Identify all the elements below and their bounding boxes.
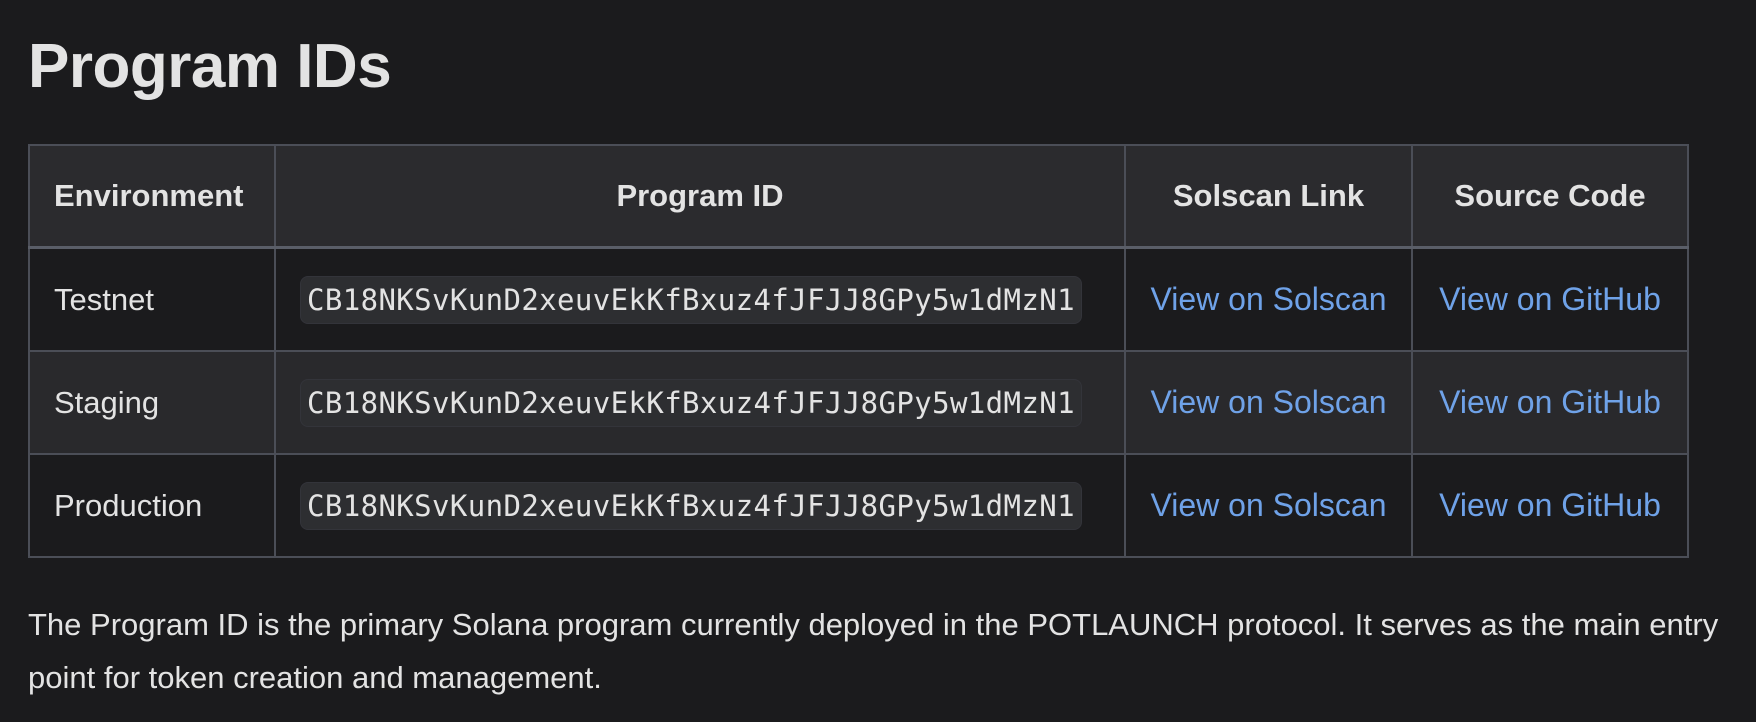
solscan-link[interactable]: View on Solscan [1151,384,1387,420]
program-id-code: CB18NKSvKunD2xeuvEkKfBxuz4fJFJJ8GPy5w1dM… [300,378,1082,427]
program-id-cell: CB18NKSvKunD2xeuvEkKfBxuz4fJFJJ8GPy5w1dM… [274,246,1126,352]
table-row: Production CB18NKSvKunD2xeuvEkKfBxuz4fJF… [28,453,1689,558]
solscan-cell: View on Solscan [1124,246,1413,352]
table-row: Staging CB18NKSvKunD2xeuvEkKfBxuz4fJFJJ8… [28,350,1689,455]
source-code-cell: View on GitHub [1411,453,1689,558]
program-id-cell: CB18NKSvKunD2xeuvEkKfBxuz4fJFJJ8GPy5w1dM… [274,453,1126,558]
solscan-cell: View on Solscan [1124,350,1413,455]
github-link[interactable]: View on GitHub [1439,487,1661,523]
column-header-solscan-link: Solscan Link [1124,144,1413,249]
solscan-link[interactable]: View on Solscan [1151,281,1387,317]
program-id-code: CB18NKSvKunD2xeuvEkKfBxuz4fJFJJ8GPy5w1dM… [300,275,1082,324]
column-header-program-id: Program ID [274,144,1126,249]
column-header-source-code: Source Code [1411,144,1689,249]
environment-cell: Testnet [28,246,276,352]
solscan-link[interactable]: View on Solscan [1151,487,1387,523]
table-header-row: Environment Program ID Solscan Link Sour… [28,144,1689,249]
page-title: Program IDs [28,32,392,101]
program-ids-table: Environment Program ID Solscan Link Sour… [28,144,1689,558]
github-link[interactable]: View on GitHub [1439,281,1661,317]
github-link[interactable]: View on GitHub [1439,384,1661,420]
table-row: Testnet CB18NKSvKunD2xeuvEkKfBxuz4fJFJJ8… [28,246,1689,352]
description-paragraph: The Program ID is the primary Solana pro… [28,607,1719,695]
program-id-code: CB18NKSvKunD2xeuvEkKfBxuz4fJFJJ8GPy5w1dM… [300,481,1082,530]
source-code-cell: View on GitHub [1411,350,1689,455]
source-code-cell: View on GitHub [1411,246,1689,352]
program-id-cell: CB18NKSvKunD2xeuvEkKfBxuz4fJFJJ8GPy5w1dM… [274,350,1126,455]
environment-cell: Staging [28,350,276,455]
column-header-environment: Environment [28,144,276,249]
environment-cell: Production [28,453,276,558]
solscan-cell: View on Solscan [1124,453,1413,558]
